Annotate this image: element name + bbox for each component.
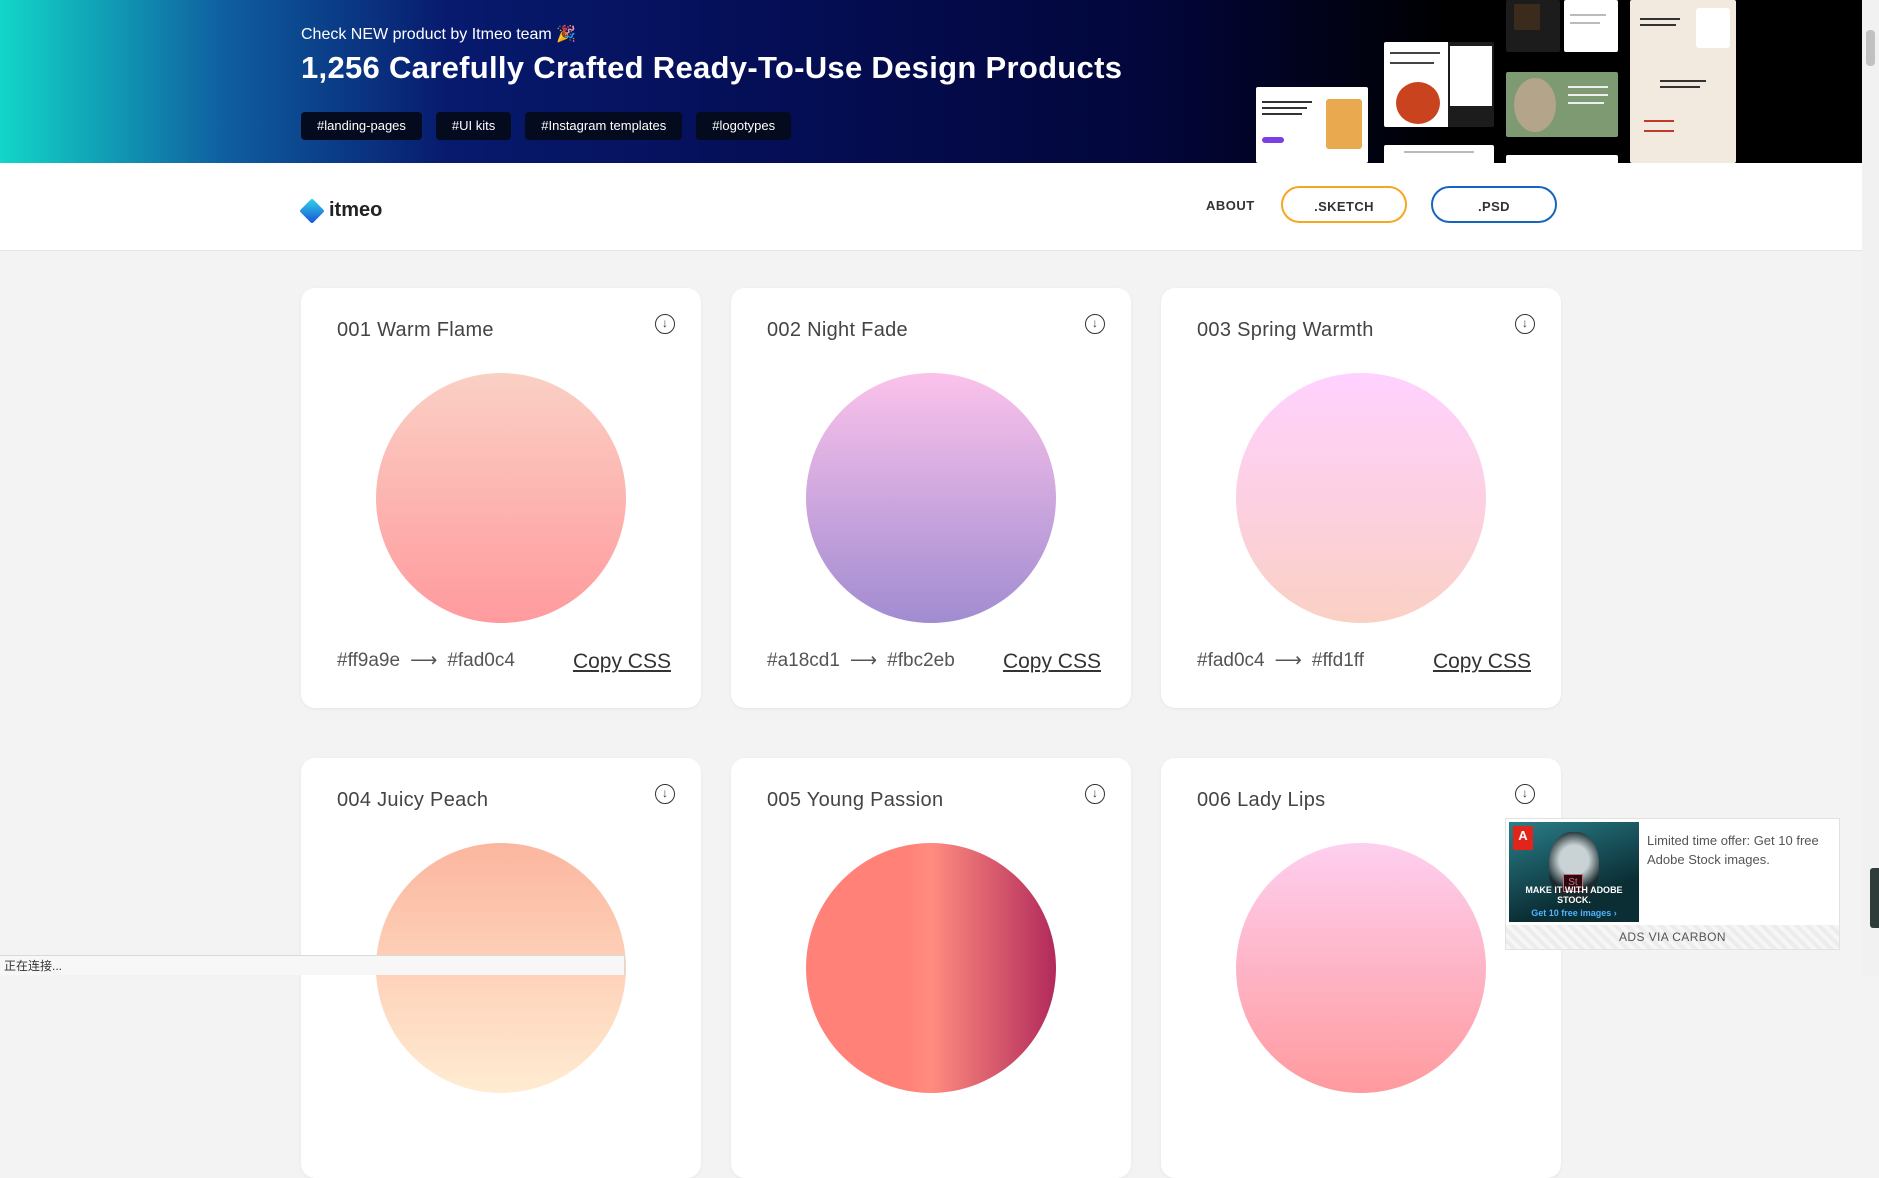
ad-image[interactable]: A St MAKE IT WITH ADOBE STOCK. Get 10 fr…: [1509, 822, 1639, 922]
ad-footer[interactable]: ADS VIA CARBON: [1506, 925, 1839, 949]
top-nav: itmeo ABOUT .SKETCH .PSD: [0, 163, 1862, 251]
banner-kicker: Check NEW product by Itmeo team 🎉: [301, 26, 577, 43]
banner-tags: #landing-pages #UI kits #Instagram templ…: [301, 112, 792, 140]
logo-text: itmeo: [329, 199, 383, 221]
preview-thumbnail: [1506, 72, 1618, 137]
tag-ui-kits[interactable]: #UI kits: [435, 112, 512, 140]
color-codes: #ff9a9e ⟶ #fad0c4: [337, 649, 515, 672]
card-title: 005 Young Passion: [767, 789, 944, 811]
logo-diamond-icon: [299, 197, 325, 224]
scrollbar-thumb[interactable]: [1866, 30, 1875, 66]
gradient-card: 003 Spring Warmth ↓ #fad0c4 ⟶ #ffd1ff Copy…: [1161, 288, 1561, 708]
download-icon[interactable]: ↓: [1085, 314, 1105, 334]
card-title: 002 Night Fade: [767, 319, 908, 341]
tag-logotypes[interactable]: #logotypes: [696, 112, 792, 140]
download-icon[interactable]: ↓: [655, 784, 675, 804]
color-to: #ffd1ff: [1311, 650, 1365, 671]
color-codes: #fad0c4 ⟶ #ffd1ff: [1197, 649, 1364, 672]
color-to: #fad0c4: [447, 650, 515, 671]
ad-subline: Get 10 free images ›: [1531, 908, 1617, 918]
preview-thumbnail: [1630, 0, 1736, 163]
logo[interactable]: itmeo: [299, 197, 383, 224]
gradient-card: 001 Warm Flame ↓ #ff9a9e ⟶ #fad0c4 Copy CS…: [301, 288, 701, 708]
page-scrollbar[interactable]: [1862, 0, 1879, 975]
tag-landing-pages[interactable]: #landing-pages: [301, 112, 422, 140]
color-from: #ff9a9e: [337, 650, 401, 671]
preview-thumbnail: [1256, 87, 1368, 163]
gradient-swatch[interactable]: [376, 373, 626, 623]
adobe-logo-icon: A: [1513, 826, 1533, 850]
gradient-card: 006 Lady Lips ↓: [1161, 758, 1561, 1178]
gradient-swatch[interactable]: [1236, 373, 1486, 623]
tag-instagram-templates[interactable]: #Instagram templates: [525, 112, 683, 140]
color-codes: #a18cd1 ⟶ #fbc2eb: [767, 649, 955, 672]
preview-thumbnail: [1384, 42, 1494, 127]
arrow-right-icon: ⟶: [1274, 650, 1302, 671]
card-title: 003 Spring Warmth: [1197, 319, 1374, 341]
arrow-right-icon: ⟶: [410, 650, 438, 671]
color-from: #a18cd1: [767, 650, 840, 671]
card-title: 004 Juicy Peach: [337, 789, 489, 811]
card-title: 001 Warm Flame: [337, 319, 494, 341]
ad-headline: MAKE IT WITH ADOBE STOCK.: [1525, 885, 1623, 905]
gradient-card: 002 Night Fade ↓ #a18cd1 ⟶ #fbc2eb Copy CS…: [731, 288, 1131, 708]
download-icon[interactable]: ↓: [1515, 784, 1535, 804]
ad-text[interactable]: Limited time offer: Get 10 free Adobe St…: [1647, 831, 1832, 869]
carbon-ad[interactable]: A St MAKE IT WITH ADOBE STOCK. Get 10 fr…: [1505, 818, 1840, 950]
arrow-right-icon: ⟶: [849, 650, 878, 671]
download-icon[interactable]: ↓: [1085, 784, 1105, 804]
sketch-button[interactable]: .SKETCH: [1281, 186, 1407, 223]
preview-thumbnail: [1564, 0, 1618, 52]
side-widget-tab[interactable]: [1870, 868, 1879, 928]
copy-css-button[interactable]: Copy CSS: [1433, 650, 1531, 674]
psd-button[interactable]: .PSD: [1431, 186, 1557, 223]
gradient-card: 005 Young Passion ↓: [731, 758, 1131, 1178]
copy-css-button[interactable]: Copy CSS: [1003, 650, 1101, 674]
color-from: #fad0c4: [1197, 650, 1265, 671]
color-to: #fbc2eb: [887, 650, 955, 671]
preview-thumbnail: [1506, 0, 1560, 52]
promo-banner[interactable]: Check NEW product by Itmeo team 🎉 1,256 …: [0, 0, 1862, 163]
copy-css-button[interactable]: Copy CSS: [573, 650, 671, 674]
gradient-swatch[interactable]: [806, 373, 1056, 623]
gradient-swatch[interactable]: [806, 843, 1056, 1093]
gradient-swatch[interactable]: [1236, 843, 1486, 1093]
status-bar: 正在连接...: [0, 955, 625, 975]
card-title: 006 Lady Lips: [1197, 789, 1326, 811]
preview-thumbnail: [1384, 145, 1494, 163]
download-icon[interactable]: ↓: [1515, 314, 1535, 334]
about-link[interactable]: ABOUT: [1206, 198, 1255, 213]
download-icon[interactable]: ↓: [655, 314, 675, 334]
preview-thumbnail: [1506, 155, 1618, 163]
banner-title[interactable]: 1,256 Carefully Crafted Ready-To-Use Des…: [301, 50, 1122, 86]
